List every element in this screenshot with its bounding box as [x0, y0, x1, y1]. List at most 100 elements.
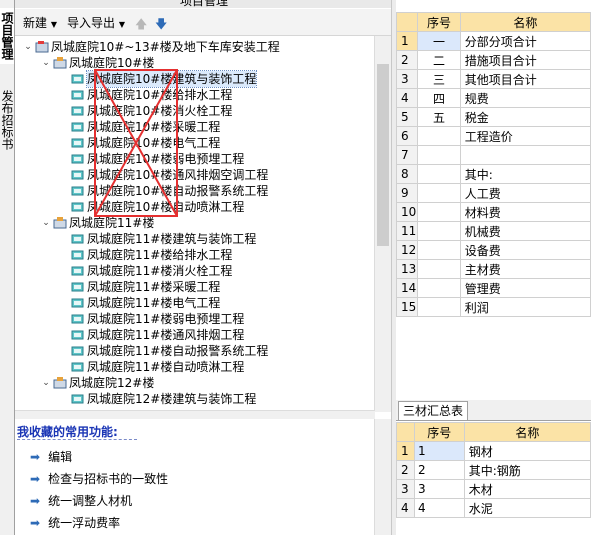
seq-cell[interactable] [417, 202, 461, 222]
chevron-down-icon[interactable]: ⌄ [41, 55, 51, 71]
seq-cell[interactable] [417, 164, 461, 184]
table-row[interactable]: 2 二措施项目合计 [396, 50, 591, 70]
favorite-adjust-resources[interactable]: ➡ 统一调整人材机 [30, 492, 132, 510]
tab-three-materials-summary[interactable]: 三材汇总表 [398, 401, 469, 420]
row-number-cell[interactable]: 8 [396, 164, 419, 184]
seq-cell[interactable] [417, 183, 461, 203]
table-row[interactable]: 13 主材费 [396, 259, 591, 279]
tree-item-building[interactable]: ⌄ 凤城庭院12#楼 [15, 375, 375, 391]
tree-item-building[interactable]: ⌄ 凤城庭院11#楼 [15, 215, 375, 231]
tree-item-unit[interactable]: 凤城庭院10#楼采暖工程 [15, 119, 375, 135]
seq-cell[interactable] [417, 259, 461, 279]
favorite-edit[interactable]: ➡ 编辑 [30, 448, 72, 466]
table-row[interactable]: 10 材料费 [396, 202, 591, 222]
favorite-float-rate[interactable]: ➡ 统一浮动费率 [30, 514, 120, 532]
seq-cell[interactable] [417, 297, 461, 317]
name-cell[interactable]: 分部分项合计 [459, 31, 591, 51]
row-number-cell[interactable]: 11 [396, 221, 419, 241]
seq-cell[interactable]: 4 [413, 498, 465, 518]
name-cell[interactable]: 工程造价 [459, 126, 591, 146]
tree-item-unit[interactable]: 凤城庭院10#楼消火栓工程 [15, 103, 375, 119]
chevron-down-icon[interactable]: ⌄ [23, 39, 33, 55]
seq-cell[interactable]: 五 [417, 107, 461, 127]
seq-cell[interactable] [417, 278, 461, 298]
favorite-check-consistency[interactable]: ➡ 检查与招标书的一致性 [30, 470, 168, 488]
new-button[interactable]: 新建 ▼ [23, 14, 57, 31]
table-row[interactable]: 12 设备费 [396, 240, 591, 260]
tree-item-unit[interactable]: 凤城庭院11#楼电气工程 [15, 295, 375, 311]
table-row[interactable]: 4 4 水泥 [396, 498, 591, 518]
row-number-cell[interactable]: 15 [396, 297, 419, 317]
name-cell[interactable]: 其他项目合计 [459, 69, 591, 89]
tree-scroll-thumb[interactable] [377, 64, 389, 246]
row-number-cell[interactable]: 12 [396, 240, 419, 260]
seq-cell[interactable]: 2 [413, 460, 465, 480]
tree-item-unit[interactable]: 凤城庭院10#楼通风排烟空调工程 [15, 167, 375, 183]
seq-cell[interactable]: 二 [417, 50, 461, 70]
table-row[interactable]: 15 利润 [396, 297, 591, 317]
table-row[interactable]: 2 2 其中:钢筋 [396, 460, 591, 480]
row-number-cell[interactable]: 14 [396, 278, 419, 298]
row-number-cell[interactable]: 3 [396, 69, 419, 89]
name-cell[interactable]: 规费 [459, 88, 591, 108]
tree-item-building[interactable]: ⌄ 凤城庭院10#楼 [15, 55, 375, 71]
row-number-cell[interactable]: 2 [396, 50, 419, 70]
arrow-down-icon[interactable]: 🡇 [155, 15, 167, 36]
tree-item-unit[interactable]: 凤城庭院11#楼消火栓工程 [15, 263, 375, 279]
seq-cell[interactable] [417, 145, 461, 165]
tree-item-unit[interactable]: 凤城庭院10#楼电气工程 [15, 135, 375, 151]
seq-cell[interactable]: 三 [417, 69, 461, 89]
name-cell[interactable] [459, 145, 591, 165]
tree-item-unit[interactable]: 凤城庭院10#楼自动报警系统工程 [15, 183, 375, 199]
tab-project-management[interactable]: 项目管理 [0, 8, 14, 64]
name-cell[interactable]: 材料费 [459, 202, 591, 222]
name-cell[interactable]: 利润 [459, 297, 591, 317]
table-row[interactable]: 3 3 木材 [396, 479, 591, 499]
tree-item-unit[interactable]: 凤城庭院10#楼自动喷淋工程 [15, 199, 375, 215]
table-row[interactable]: 3 三其他项目合计 [396, 69, 591, 89]
table-row[interactable]: 4 四规费 [396, 88, 591, 108]
tree-item-unit[interactable]: 凤城庭院10#楼弱电预埋工程 [15, 151, 375, 167]
table-row[interactable]: 6 工程造价 [396, 126, 591, 146]
name-cell[interactable]: 措施项目合计 [459, 50, 591, 70]
name-cell[interactable]: 木材 [463, 479, 591, 499]
chevron-down-icon[interactable]: ⌄ [41, 375, 51, 391]
row-number-cell[interactable]: 2 [396, 460, 415, 480]
name-column-header[interactable]: 名称 [463, 422, 591, 442]
name-cell[interactable]: 税金 [459, 107, 591, 127]
tree-horizontal-scrollbar[interactable] [15, 410, 375, 419]
seq-cell[interactable]: 一 [417, 31, 461, 51]
seq-cell[interactable]: 1 [413, 441, 465, 461]
name-cell[interactable]: 人工费 [459, 183, 591, 203]
table-row[interactable]: 14 管理费 [396, 278, 591, 298]
tree-item-unit[interactable]: 凤城庭院11#楼通风排烟工程 [15, 327, 375, 343]
name-cell[interactable]: 管理费 [459, 278, 591, 298]
seq-cell[interactable] [417, 240, 461, 260]
tab-publish-tender[interactable]: 发布招标书 [0, 80, 14, 160]
table-row[interactable]: 11 机械费 [396, 221, 591, 241]
seq-column-header[interactable]: 序号 [413, 422, 465, 442]
import-export-button[interactable]: 导入导出 ▼ [67, 14, 125, 31]
table-row[interactable]: 5 五税金 [396, 107, 591, 127]
row-number-cell[interactable]: 1 [396, 31, 419, 51]
tree-item-unit[interactable]: 凤城庭院11#楼自动报警系统工程 [15, 343, 375, 359]
chevron-down-icon[interactable]: ⌄ [41, 215, 51, 231]
tree-item-unit[interactable]: 凤城庭院11#楼自动喷淋工程 [15, 359, 375, 375]
row-number-cell[interactable]: 7 [396, 145, 419, 165]
row-number-cell[interactable]: 10 [396, 202, 419, 222]
row-number-cell[interactable]: 5 [396, 107, 419, 127]
seq-cell[interactable] [417, 126, 461, 146]
name-cell[interactable]: 其中:钢筋 [463, 460, 591, 480]
seq-cell[interactable] [417, 221, 461, 241]
tree-item-unit[interactable]: 凤城庭院11#楼建筑与装饰工程 [15, 231, 375, 247]
seq-cell[interactable]: 四 [417, 88, 461, 108]
tree-item-unit[interactable]: 凤城庭院10#楼建筑与装饰工程 [15, 70, 375, 88]
tree-item-unit[interactable]: 凤城庭院11#楼采暖工程 [15, 279, 375, 295]
name-cell[interactable]: 其中: [459, 164, 591, 184]
row-number-cell[interactable]: 4 [396, 88, 419, 108]
seq-cell[interactable]: 3 [413, 479, 465, 499]
row-number-cell[interactable]: 1 [396, 441, 415, 461]
seq-column-header[interactable]: 序号 [417, 12, 461, 32]
name-cell[interactable]: 机械费 [459, 221, 591, 241]
table-row[interactable]: 1 1 钢材 [396, 441, 591, 461]
